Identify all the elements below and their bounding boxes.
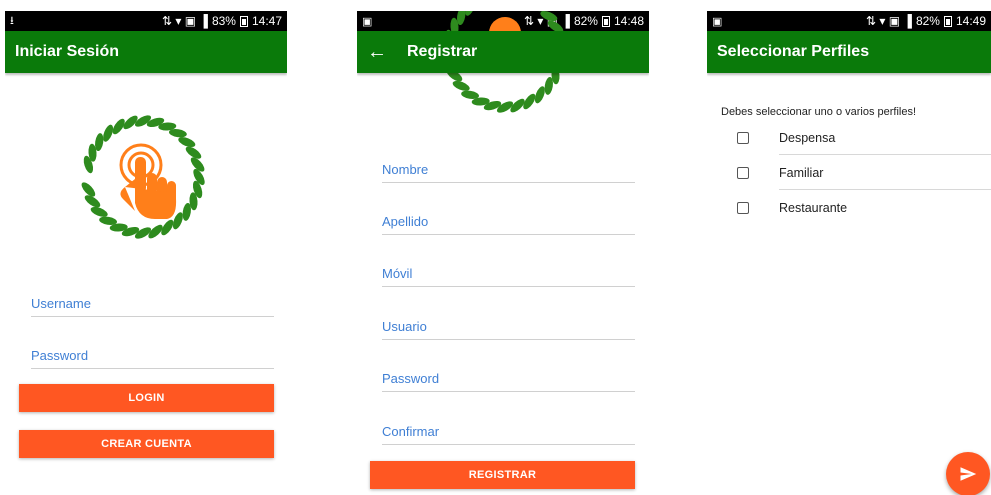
checkbox[interactable]: [737, 166, 749, 179]
battery-icon: [601, 15, 610, 27]
password-hint: Password: [382, 371, 440, 386]
page-title: Iniciar Sesión: [15, 43, 120, 60]
app-bar: Iniciar Sesión: [5, 31, 287, 73]
clock: 14:47: [251, 14, 282, 28]
page-title: Seleccionar Perfiles: [717, 43, 870, 60]
register-button-label: REGISTRAR: [468, 469, 537, 481]
clock: 14:48: [613, 14, 644, 28]
movil-field[interactable]: Móvil: [382, 263, 635, 287]
confirmar-field[interactable]: Confirmar: [382, 421, 635, 445]
status-icons: ⇅ ▾ ▣ ▐: [866, 14, 912, 28]
battery-icon: [239, 15, 248, 27]
tap-hand-laurel-logo-icon: [73, 107, 213, 247]
password-field[interactable]: Password: [382, 368, 635, 392]
status-bar: ▣ ⇅ ▾ ▣ ▐ 82% 14:49: [707, 11, 991, 31]
login-button[interactable]: LOGIN: [19, 384, 274, 412]
instruction-text: Debes seleccionar uno o varios perfiles!: [721, 106, 917, 118]
download-icon: ⭳: [10, 14, 14, 27]
login-screen: ⭳ ⇅ ▾ ▣ ▐ 83% 14:47 Iniciar Sesión Usern…: [5, 11, 287, 495]
password-field[interactable]: Password: [31, 345, 274, 369]
send-icon: [960, 467, 977, 481]
create-account-button-label: CREAR CUENTA: [101, 438, 192, 450]
username-hint: Username: [31, 296, 91, 311]
hand-icon: [119, 143, 177, 219]
option-label: Despensa: [779, 130, 836, 145]
app-bar: Seleccionar Perfiles: [707, 31, 991, 73]
battery-level: 83%: [211, 14, 236, 28]
movil-hint: Móvil: [382, 266, 413, 281]
page-title: Registrar: [407, 43, 478, 60]
confirmar-hint: Confirmar: [382, 424, 440, 439]
battery-icon: [943, 15, 952, 27]
profile-option-despensa[interactable]: Despensa: [737, 120, 991, 155]
password-hint: Password: [31, 348, 89, 363]
apellido-hint: Apellido: [382, 214, 429, 229]
clock: 14:49: [955, 14, 986, 28]
profile-option-familiar[interactable]: Familiar: [737, 155, 991, 190]
option-label: Familiar: [779, 165, 824, 180]
nombre-field[interactable]: Nombre: [382, 159, 635, 183]
arrow-back-icon[interactable]: ←: [367, 41, 393, 64]
image-icon: ▣: [712, 15, 723, 28]
register-screen: ▣ ⇅ ▾ ▣ ▐ 82% 14:48 ← Registrar Nombre A…: [357, 11, 649, 495]
register-button[interactable]: REGISTRAR: [370, 461, 635, 489]
checkbox[interactable]: [737, 131, 749, 144]
usuario-hint: Usuario: [382, 319, 427, 334]
status-icons: ⇅ ▾ ▣ ▐: [162, 14, 208, 28]
app-bar: ← Registrar: [357, 31, 649, 73]
battery-level: 82%: [573, 14, 598, 28]
profile-option-restaurante[interactable]: Restaurante: [737, 190, 991, 225]
status-bar: ⭳ ⇅ ▾ ▣ ▐ 83% 14:47: [5, 11, 287, 31]
checkbox[interactable]: [737, 201, 749, 214]
username-field[interactable]: Username: [31, 293, 274, 317]
login-button-label: LOGIN: [128, 392, 165, 404]
usuario-field[interactable]: Usuario: [382, 316, 635, 340]
apellido-field[interactable]: Apellido: [382, 211, 635, 235]
profiles-screen: ▣ ⇅ ▾ ▣ ▐ 82% 14:49 Seleccionar Perfiles…: [707, 11, 991, 495]
create-account-button[interactable]: CREAR CUENTA: [19, 430, 274, 458]
option-label: Restaurante: [779, 200, 848, 215]
send-button[interactable]: [946, 452, 990, 495]
nombre-hint: Nombre: [382, 162, 429, 177]
battery-level: 82%: [915, 14, 940, 28]
image-icon: ▣: [362, 15, 373, 28]
